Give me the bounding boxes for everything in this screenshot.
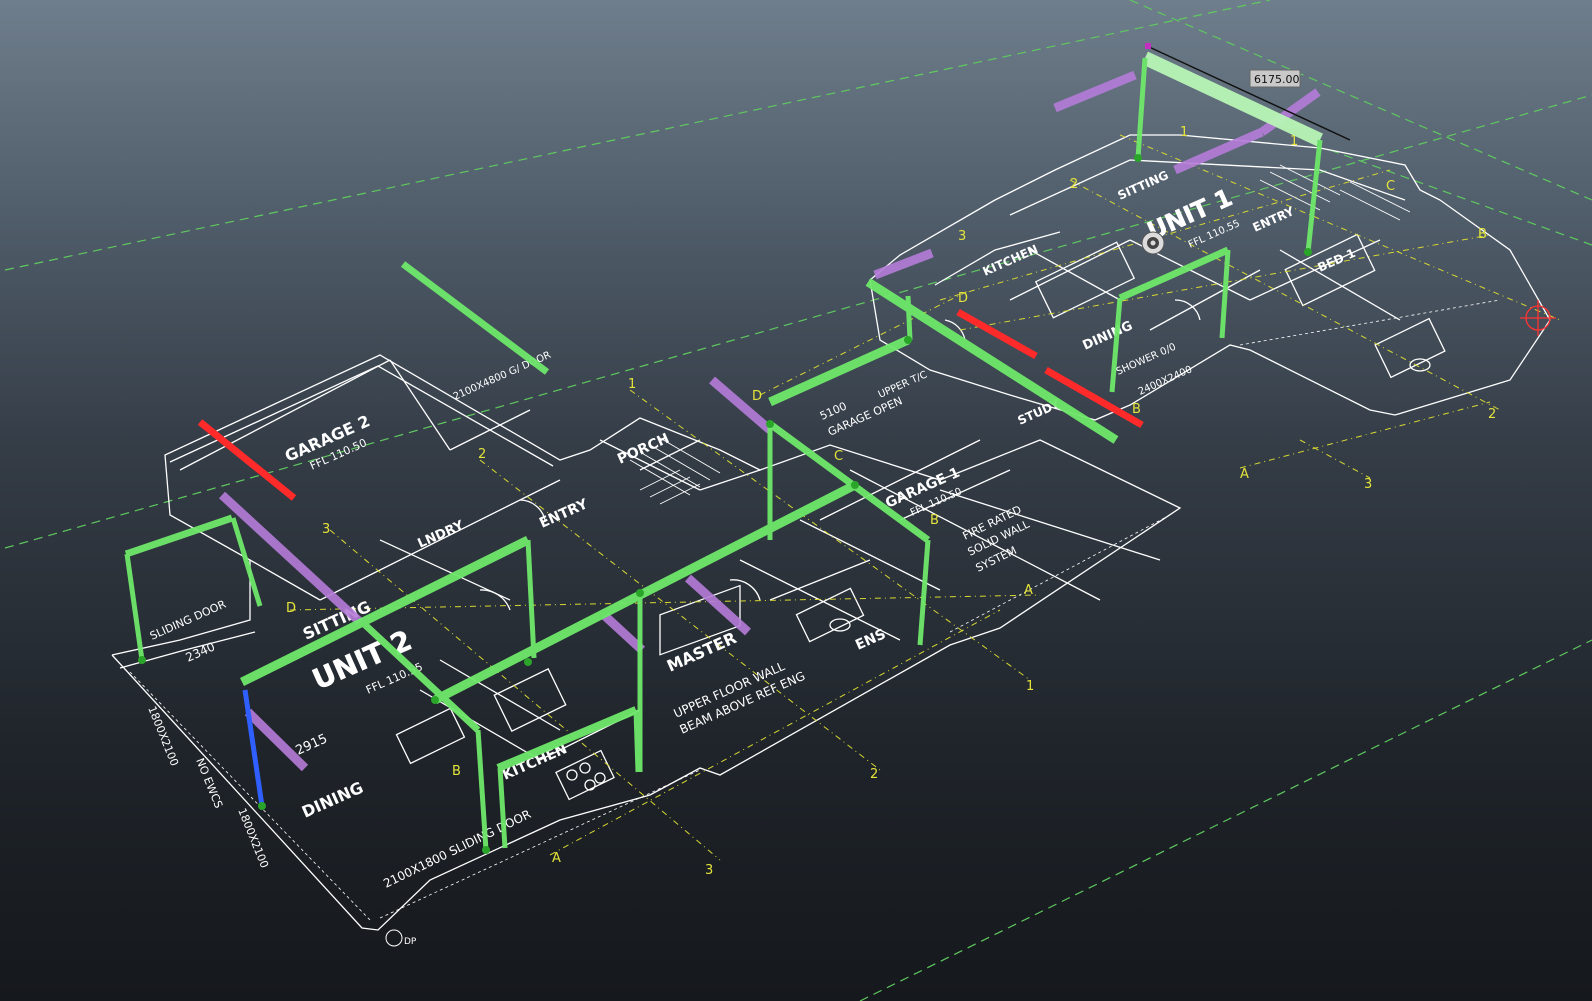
purple-beam[interactable] [1053,70,1137,113]
annotation-upper-tc: UPPER T/C [877,369,929,400]
downpipe-symbol [385,929,403,947]
grid-label-2-right: 2 [1070,177,1078,192]
room-label-dining-1: DINING [1081,318,1135,353]
grid-label-3-far: 3 [1364,477,1372,492]
boundary-lines [4,0,1592,1001]
orbit-target-icon[interactable] [1141,231,1165,255]
grid-label-b-right-mid: B [1132,402,1141,417]
annotation-sliding-door: SLIDING DOOR [148,597,228,642]
annotation-shower: SHOWER 0/0 [1115,342,1178,378]
red-beam[interactable] [1044,366,1144,429]
steel-beam[interactable] [400,261,550,375]
model-scene[interactable]: GARAGE 2 FFL 110.50 ENTRY PORCH LNDRY SI… [0,0,1592,1001]
grid-label-d-right: D [958,291,968,306]
steel-column[interactable] [1135,57,1148,159]
dimension-tooltip: 6175.00 [1249,69,1301,88]
room-label-master: MASTER [664,628,739,675]
room-label-sitting-1: SITTING [1116,168,1171,203]
red-beam[interactable] [197,419,297,501]
dimension-2340: 2340 [184,640,218,665]
steel-column[interactable] [124,553,145,661]
3d-model-viewport[interactable]: GARAGE 2 FFL 110.50 ENTRY PORCH LNDRY SI… [0,0,1592,1001]
steel-beam[interactable] [1118,246,1230,302]
annotation-dim-2400: 2400X2400 [1137,364,1194,398]
dimension-measure: 6175.00 [1145,43,1351,141]
grid-label-2-left: 2 [478,447,486,462]
grid-label-3-left: 3 [322,522,330,537]
dimension-2915: 2915 [294,731,330,758]
grid-label-a-left: A [552,851,561,866]
grid-label-b-right: B [1478,227,1487,242]
grid-label-1-top: 1 [1180,125,1188,140]
grid-label-1-left: 1 [628,377,636,392]
steel-column-blue[interactable] [242,689,265,807]
grid-label-1-center: 1 [1026,679,1034,694]
room-label-dining-2: DINING [299,778,366,822]
room-label-bed-1: BED 1 [1316,246,1358,275]
grid-label-c-center: C [834,449,843,464]
steel-beam[interactable] [496,706,638,772]
grid-label-b-left: B [452,764,461,779]
grid-label-3-center: 3 [705,863,713,878]
grid-label-2-far: 2 [1488,407,1496,422]
grid-label-a-center: A [1024,583,1033,598]
steel-beam[interactable] [432,480,858,705]
grid-label-d-center: D [752,389,762,404]
room-label-entry: ENTRY [537,496,591,532]
steel-column[interactable] [1219,249,1231,339]
room-label-ens: ENS [853,626,888,653]
steel-column[interactable] [917,539,931,646]
steel-column[interactable] [633,709,641,773]
grid-label-3-right: 3 [958,229,966,244]
room-label-laundry: LNDRY [416,518,467,552]
steel-beam[interactable] [124,514,234,558]
grid-label-b-center: B [930,513,939,528]
purple-beam[interactable] [601,612,646,654]
plan-annotations: SLIDING DOOR 2100X1800 SLIDING DOOR 2340… [145,342,1194,947]
steel-column[interactable] [905,295,913,341]
grid-label-a-right: A [1240,467,1249,482]
grid-label-c-right: C [1386,179,1395,194]
purple-beam[interactable] [873,248,934,280]
annotation-window-1800x2100-a: 1800X2100 [145,704,181,768]
purple-beam[interactable] [709,376,773,434]
steel-beam[interactable] [359,619,481,733]
annotation-garage-door: 2100X4800 G/ DOOR [452,350,553,403]
annotation-sliding-door-2100x1800: 2100X1800 SLIDING DOOR [381,807,533,891]
annotation-no-ewcs: NO EWCS [193,756,225,810]
annotation-dp: DP [404,937,417,947]
steel-column[interactable] [525,539,537,659]
grid-label-2-center: 2 [870,767,878,782]
annotation-garage-open: GARAGE OPEN [826,394,904,438]
grid-label-d-left: D [286,601,296,616]
dimension-tooltip-value: 6175.00 [1254,73,1300,86]
annotation-window-1800x2100-b: 1800X2100 [235,806,271,870]
steel-beam[interactable] [767,421,931,543]
